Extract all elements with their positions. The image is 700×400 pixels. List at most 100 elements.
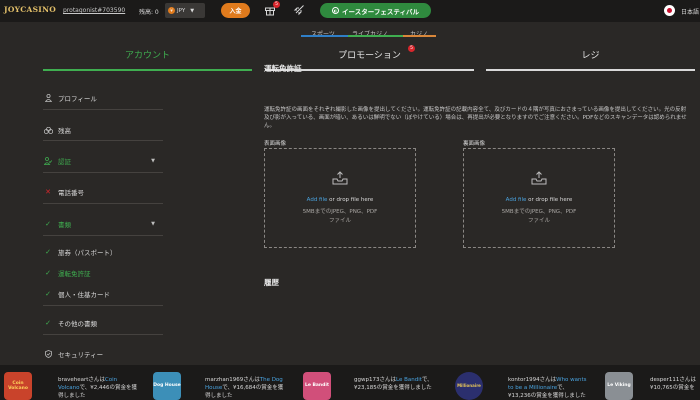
check-icon: ✓ <box>45 248 51 256</box>
game-thumbnail[interactable]: Millionaire <box>455 372 483 400</box>
sidebar-item-id-card[interactable]: ✓ 個人・住基カード <box>43 289 163 299</box>
game-thumbnail[interactable]: Le Viking <box>605 372 633 400</box>
file-limit-line: 5MBまでのJPEG、PNG、PDF <box>501 209 577 215</box>
divider <box>43 109 163 110</box>
japan-flag-icon[interactable] <box>664 5 675 16</box>
check-icon: ✓ <box>45 290 51 298</box>
divider <box>43 172 163 173</box>
sidebar-item-label: その他の書類 <box>58 320 97 328</box>
winner-name: kontor1994さんは <box>508 377 557 383</box>
file-limit-line: ファイル <box>328 218 351 224</box>
thumbnail-title: Millionaire <box>457 383 481 388</box>
sidebar-item-label: 電話番号 <box>58 189 84 197</box>
egg-icon: ◐ <box>332 7 340 14</box>
drop-text: or drop file here <box>526 197 573 203</box>
top-bar: JOYCASINO protagonist#703590 残高: 0 ¥ JPY… <box>0 0 700 22</box>
subnav-underline-sports <box>301 35 348 37</box>
winner-name: desper111さんは <box>650 377 696 383</box>
easter-festival-label: イースターフェスティバル <box>342 7 419 16</box>
cross-icon: ✕ <box>45 188 51 196</box>
logo[interactable]: JOYCASINO <box>4 5 56 17</box>
easter-festival-button[interactable]: ◐ イースターフェスティバル <box>320 3 431 18</box>
tab-cashier-underline <box>486 69 695 71</box>
sidebar-item-label: 書類 <box>58 221 71 229</box>
deposit-button[interactable]: 入金 <box>221 3 250 18</box>
username-link[interactable]: protagonist#703590 <box>63 7 125 14</box>
dropzone-text: Add file or drop file here <box>506 197 573 203</box>
user-check-icon <box>43 157 53 165</box>
chevron-down-icon: ▼ <box>151 221 155 227</box>
divider <box>43 334 163 335</box>
tab-promotion[interactable]: プロモーション <box>265 48 474 61</box>
tab-account-underline <box>43 69 252 71</box>
back-image-dropzone[interactable]: Add file or drop file here 5MBまでのJPEG、PN… <box>463 148 615 248</box>
winners-ticker: Coin Volcano braveheartさんはCoin Volcanoで、… <box>0 365 700 400</box>
sidebar-item-label: 認証 <box>58 158 71 166</box>
winner-entry: ggwp173さんはLe Banditで、¥23,185の賞金を獲得しました <box>354 376 434 392</box>
upload-icon <box>531 171 547 185</box>
add-file-link[interactable]: Add file <box>307 197 328 203</box>
sidebar-item-label: 運転免許証 <box>58 270 91 278</box>
divider <box>43 140 163 141</box>
winner-entry: marzhan1969さんはThe Dog Houseで、¥16,684の賞金を… <box>205 376 285 400</box>
gift-count-badge: 5 <box>273 1 280 8</box>
game-thumbnail[interactable]: Dog House <box>153 372 181 400</box>
divider <box>43 305 163 306</box>
thumbnail-title: Coin Volcano <box>8 381 28 391</box>
front-image-label: 表面画像 <box>264 141 287 147</box>
winner-entry: desper111さんは ¥10,765の賞金を <box>650 376 700 392</box>
thumbnail-title: Le Viking <box>607 383 631 388</box>
sidebar-item-license[interactable]: ✓ 運転免許証 <box>43 268 163 278</box>
winner-entry: kontor1994さんはWho wants to be a Millionai… <box>508 376 588 400</box>
winner-entry: braveheartさんはCoin Volcanoで、¥2,446の賞金を獲得し… <box>58 376 138 400</box>
file-limit-text: 5MBまでのJPEG、PNG、PDF ファイル <box>502 208 577 226</box>
thumbnail-title: Dog House <box>153 383 181 388</box>
sidebar-item-documents[interactable]: ✓ 書類 ▼ <box>43 219 163 229</box>
sidebar-item-verification[interactable]: 認証 ▼ <box>43 156 163 166</box>
divider <box>43 235 163 236</box>
thumbnail-title: Le Bandit <box>304 383 330 388</box>
sidebar-item-label: 残高 <box>58 127 71 135</box>
tab-cashier[interactable]: レジ <box>486 48 695 61</box>
sidebar-item-label: セキュリティー <box>58 351 104 359</box>
sidebar-item-label: 旅券（パスポート） <box>58 249 117 257</box>
currency-label: JPY <box>177 7 186 14</box>
subnav-underline-casino <box>403 35 436 37</box>
game-thumbnail[interactable]: Coin Volcano <box>4 372 32 400</box>
winner-name: ggwp173さんは <box>354 377 396 383</box>
currency-selector[interactable]: ¥ JPY ▼ <box>165 3 205 18</box>
upload-icon <box>332 171 348 185</box>
front-image-dropzone[interactable]: Add file or drop file here 5MBまでのJPEG、PN… <box>264 148 416 248</box>
add-file-link[interactable]: Add file <box>506 197 527 203</box>
game-thumbnail[interactable]: Le Bandit <box>303 372 331 400</box>
game-link[interactable]: Le Bandit <box>396 377 422 383</box>
check-icon: ✓ <box>45 220 51 228</box>
sidebar-item-label: プロフィール <box>58 95 97 103</box>
sidebar-item-other-documents[interactable]: ✓ その他の書類 <box>43 318 163 328</box>
balance-label: 残高: 0 <box>139 9 159 16</box>
winner-name: marzhan1969さんは <box>205 377 260 383</box>
subnav-underline-live <box>348 35 403 37</box>
yen-icon: ¥ <box>168 7 175 14</box>
shield-icon <box>43 350 53 358</box>
sidebar-item-profile[interactable]: プロフィール <box>43 93 163 103</box>
instructions-text: 運転免許証の画面をそれぞれ撮影した画像を提出してください。運転免許証の記載内容全… <box>264 107 687 129</box>
chevron-down-icon: ▼ <box>151 158 155 164</box>
sidebar-item-passport[interactable]: ✓ 旅券（パスポート） <box>43 247 163 257</box>
promotion-badge: 5 <box>408 45 415 52</box>
file-limit-line: 5MBまでのJPEG、PNG、PDF <box>302 209 378 215</box>
tab-account[interactable]: アカウント <box>43 48 252 61</box>
sidebar-item-label: 個人・住基カード <box>58 291 110 299</box>
sub-navigation: スポーツ ライブカジノ カジノ <box>0 22 700 40</box>
sidebar-item-security[interactable]: セキュリティー <box>43 349 163 359</box>
divider <box>43 203 163 204</box>
coins-icon <box>43 126 53 134</box>
file-limit-text: 5MBまでのJPEG、PNG、PDF ファイル <box>303 208 378 226</box>
language-label[interactable]: 日本語 <box>681 7 699 16</box>
history-heading: 履歴 <box>264 278 279 287</box>
drop-text: or drop file here <box>327 197 374 203</box>
winner-name: braveheartさんは <box>58 377 105 383</box>
sidebar-item-balance[interactable]: 残高 <box>43 125 163 135</box>
sidebar-item-phone[interactable]: ✕ 電話番号 <box>43 187 163 197</box>
rocket-icon[interactable] <box>293 4 305 16</box>
